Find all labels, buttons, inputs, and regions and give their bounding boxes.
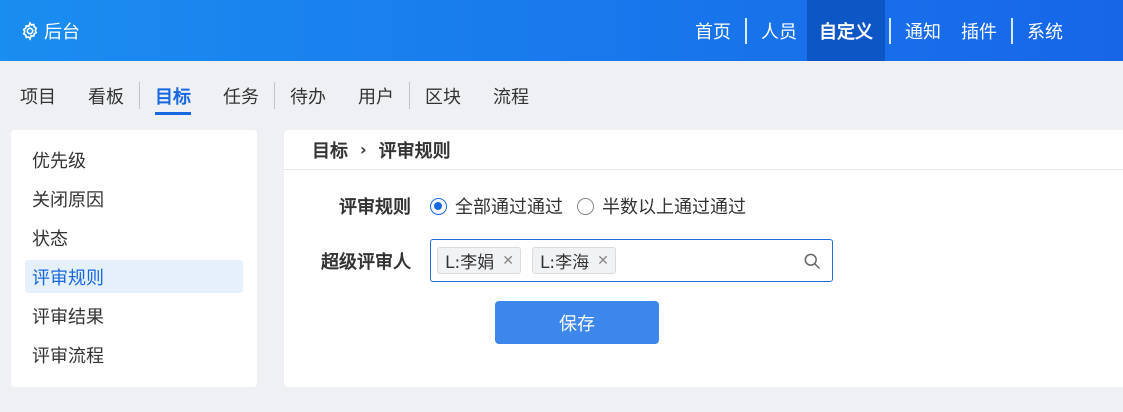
divider	[889, 17, 891, 44]
tab-user[interactable]: 用户	[358, 61, 394, 130]
breadcrumb-parent[interactable]: 目标	[312, 137, 348, 163]
reviewer-tag: L:李海 ✕	[531, 247, 616, 274]
divider	[139, 82, 140, 109]
tab-goal[interactable]: 目标	[155, 61, 191, 130]
save-button[interactable]: 保存	[495, 301, 659, 344]
tab-flow[interactable]: 流程	[493, 61, 529, 130]
close-icon[interactable]: ✕	[502, 253, 514, 269]
topnav-item-home[interactable]: 首页	[685, 0, 741, 61]
topnav-item-people[interactable]: 人员	[751, 0, 807, 61]
sidebar-item-review-rule[interactable]: 评审规则	[25, 260, 243, 293]
top-nav: 首页 人员 自定义 通知 插件 系统	[685, 0, 1123, 61]
sidebar-item-close-reason[interactable]: 关闭原因	[25, 182, 243, 215]
tab-project[interactable]: 项目	[20, 61, 56, 130]
reviewer-tag-label: L:李海	[539, 253, 590, 273]
tab-todo[interactable]: 待办	[290, 61, 326, 130]
radio-label: 全部通过通过	[455, 197, 563, 218]
reviewer-tag-label: L:李娟	[445, 253, 495, 273]
divider	[409, 82, 410, 109]
brand[interactable]: 后台	[20, 0, 80, 61]
radio-half-pass[interactable]: 半数以上通过通过	[577, 193, 746, 219]
tab-task[interactable]: 任务	[223, 61, 259, 130]
radio-checked-icon[interactable]	[430, 197, 447, 215]
super-reviewer-label: 超级评审人	[321, 251, 411, 273]
review-rule-row: 评审规则 全部通过通过 半数以上通过通过	[284, 190, 746, 222]
topnav-item-notify[interactable]: 通知	[895, 0, 951, 61]
breadcrumb-current: 评审规则	[378, 140, 451, 162]
breadcrumb: 目标 › 评审规则	[284, 130, 1123, 170]
top-bar: 后台 首页 人员 自定义 通知 插件 系统	[0, 0, 1123, 61]
gear-icon	[20, 20, 40, 41]
super-reviewer-row: 超级评审人 L:李娟 ✕ L:李海 ✕	[284, 239, 833, 282]
brand-label: 后台	[44, 21, 80, 43]
search-icon[interactable]	[802, 251, 822, 271]
radio-all-pass[interactable]: 全部通过通过	[430, 193, 563, 219]
review-rule-label: 评审规则	[339, 197, 411, 218]
main-panel: 目标 › 评审规则 评审规则 全部通过通过 半数以上通过通过 超级评审人 L:李…	[284, 130, 1123, 387]
reviewer-select[interactable]: L:李娟 ✕ L:李海 ✕	[430, 239, 833, 282]
sidebar-item-priority[interactable]: 优先级	[25, 143, 243, 176]
radio-label: 半数以上通过通过	[602, 197, 746, 218]
topnav-item-plugins[interactable]: 插件	[951, 0, 1007, 61]
radio-unchecked-icon[interactable]	[577, 197, 594, 215]
chevron-right-icon: ›	[360, 140, 367, 159]
sidebar-item-review-flow[interactable]: 评审流程	[25, 338, 243, 371]
close-icon[interactable]: ✕	[597, 253, 609, 269]
sidebar-item-review-result[interactable]: 评审结果	[25, 299, 243, 332]
sidebar-item-status[interactable]: 状态	[25, 221, 243, 254]
topnav-item-custom[interactable]: 自定义	[807, 0, 885, 61]
divider	[1011, 17, 1013, 44]
sub-nav: 项目 看板 目标 任务 待办 用户 区块 流程	[0, 61, 1123, 130]
divider	[745, 17, 747, 44]
tab-board[interactable]: 看板	[88, 61, 124, 130]
divider	[274, 82, 275, 109]
sidebar: 优先级 关闭原因 状态 评审规则 评审结果 评审流程	[11, 130, 257, 387]
tab-block[interactable]: 区块	[425, 61, 461, 130]
topnav-item-system[interactable]: 系统	[1017, 0, 1073, 61]
reviewer-tag: L:李娟 ✕	[437, 247, 521, 274]
